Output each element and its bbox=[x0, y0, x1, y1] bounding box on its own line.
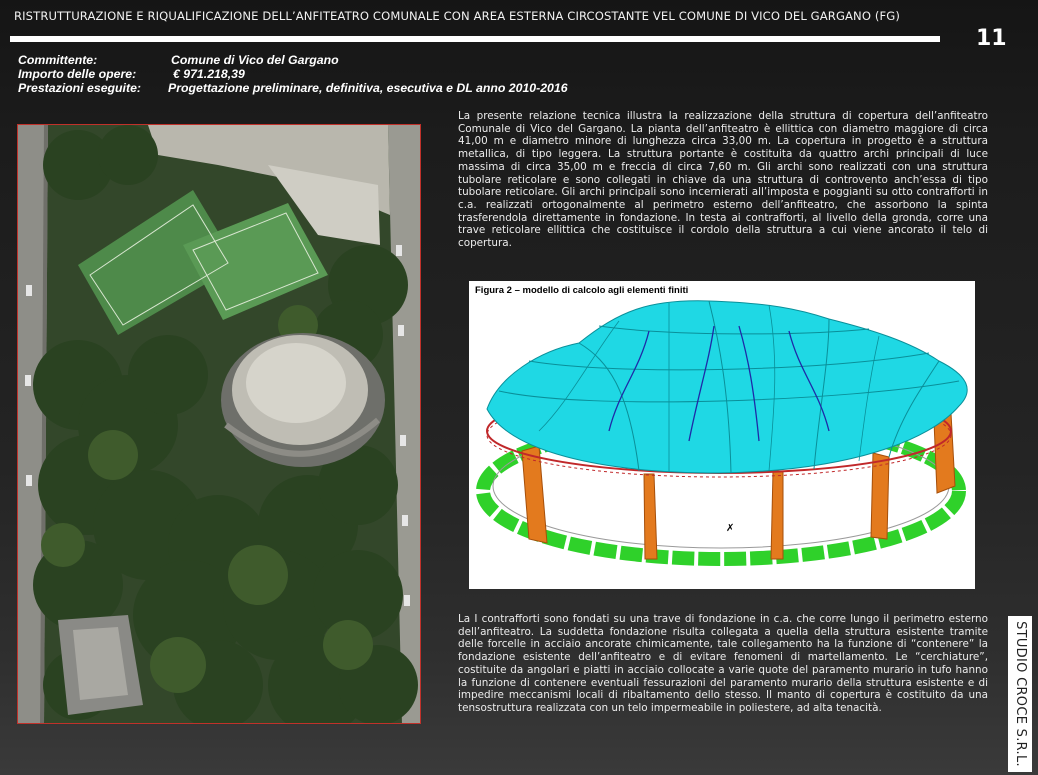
committente-value: Comune di Vico del Gargano bbox=[171, 53, 339, 67]
fem-model-drawing: ✗ bbox=[476, 300, 968, 566]
title-underline bbox=[10, 36, 940, 42]
aerial-photo bbox=[17, 124, 421, 724]
building bbox=[58, 615, 143, 715]
description-paragraph-1: La presente relazione tecnica illustra l… bbox=[458, 110, 988, 250]
prestazioni-value: Progettazione preliminare, definitiva, e… bbox=[168, 81, 568, 95]
committente-label: Committente: bbox=[18, 53, 98, 67]
importo-value: € 971.218,39 bbox=[173, 67, 245, 81]
prestazioni-label: Prestazioni eseguite: bbox=[18, 81, 142, 95]
fem-model-figure: Figura 2 – modello di calcolo agli eleme… bbox=[469, 281, 975, 589]
studio-signature: STUDIO CROCE S.R.L. bbox=[1008, 616, 1032, 772]
svg-text:✗: ✗ bbox=[726, 523, 734, 534]
description-paragraph-2: La I contrafforti sono fondati su una tr… bbox=[458, 613, 988, 714]
aerial-photo-drawing bbox=[18, 125, 420, 723]
page-number: 11 bbox=[976, 26, 1007, 51]
document-title: RISTRUTTURAZIONE E RIQUALIFICAZIONE DELL… bbox=[14, 9, 900, 23]
amphitheatre bbox=[221, 333, 385, 467]
studio-name: STUDIO CROCE S.R.L. bbox=[1013, 621, 1028, 767]
importo-label: Importo delle opere: bbox=[18, 67, 137, 81]
